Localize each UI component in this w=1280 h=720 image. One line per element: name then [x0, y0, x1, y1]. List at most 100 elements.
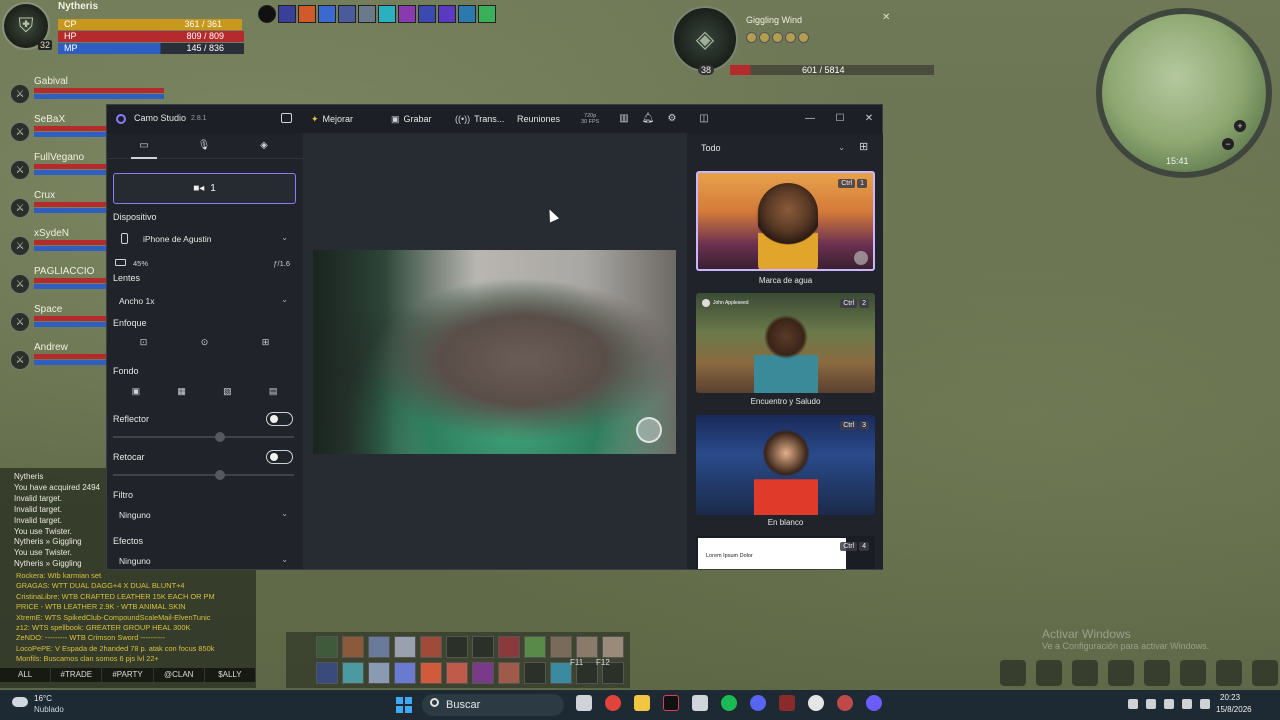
- person-background-icon[interactable]: ▣: [130, 385, 142, 397]
- title-bar[interactable]: Camo Studio 2.8.1 ✦ Mejorar ▣ Grabar ((•…: [107, 105, 882, 133]
- scene-card[interactable]: Lorem Ipsum Dolor Ctrl 4: [696, 536, 875, 569]
- skill-slot[interactable]: [394, 636, 416, 658]
- scene-card[interactable]: Ctrl 1: [696, 171, 875, 271]
- skill-slot[interactable]: [446, 636, 468, 658]
- community-icon[interactable]: [1216, 660, 1242, 686]
- gear-icon[interactable]: ⚙: [665, 112, 679, 126]
- microphone-tray-icon[interactable]: [1164, 699, 1174, 709]
- inventory-icon[interactable]: [1036, 660, 1062, 686]
- taskbar-search[interactable]: Buscar: [422, 694, 564, 716]
- panel-layout-icon[interactable]: ◫: [697, 112, 711, 126]
- target-frame[interactable]: ◈ 38 Giggling Wind ✕ 601 / 5814: [668, 4, 938, 84]
- file-explorer-icon[interactable]: [634, 695, 650, 711]
- skill-slot[interactable]: [524, 636, 546, 658]
- retocar-toggle[interactable]: [266, 450, 293, 464]
- chat-tab-ally[interactable]: $ALLY: [205, 668, 257, 682]
- skill-slot[interactable]: [524, 662, 546, 684]
- reuniones-button[interactable]: Reuniones: [517, 111, 560, 127]
- skill-slot[interactable]: [420, 662, 442, 684]
- chat-tab-party[interactable]: #PARTY: [102, 668, 154, 682]
- slider-knob[interactable]: [215, 432, 225, 442]
- volume-icon[interactable]: [1200, 699, 1210, 709]
- device-select[interactable]: iPhone de Agustin ⌄: [113, 229, 296, 249]
- windows-start-icon[interactable]: [396, 697, 412, 713]
- scene-card[interactable]: Ctrl 3: [696, 415, 875, 515]
- slider-knob[interactable]: [215, 470, 225, 480]
- camera-preview[interactable]: [313, 250, 676, 454]
- camo-taskbar-icon[interactable]: [866, 695, 882, 711]
- clock-time[interactable]: 20:23: [1220, 693, 1240, 702]
- effects-select[interactable]: Ninguno ⌄: [113, 551, 296, 571]
- character-icon[interactable]: [1000, 660, 1026, 686]
- mejorar-button[interactable]: ✦ Mejorar: [311, 111, 353, 127]
- skill-slot[interactable]: [498, 662, 520, 684]
- skill-slot[interactable]: [472, 636, 494, 658]
- reflector-toggle[interactable]: [266, 412, 293, 426]
- retocar-slider[interactable]: [113, 470, 294, 480]
- columns-icon[interactable]: ▥: [617, 112, 631, 126]
- unreal-icon[interactable]: [808, 695, 824, 711]
- hide-background-icon[interactable]: ▧: [221, 385, 233, 397]
- skill-slot[interactable]: [550, 662, 572, 684]
- minimize-icon[interactable]: —: [803, 112, 817, 126]
- minimap[interactable]: [1096, 8, 1272, 178]
- cloud-icon[interactable]: [12, 697, 28, 707]
- microphone-tab-icon[interactable]: 🎙︎: [197, 139, 211, 153]
- weather-temperature[interactable]: 16°C: [34, 694, 52, 703]
- filter-select[interactable]: Ninguno ⌄: [113, 505, 296, 525]
- maximize-icon[interactable]: ☐: [833, 112, 847, 126]
- tiktok-icon[interactable]: [663, 695, 679, 711]
- skill-slot[interactable]: [316, 636, 338, 658]
- spotify-icon[interactable]: [721, 695, 737, 711]
- skill-slot[interactable]: [420, 636, 442, 658]
- chat-tab-clan[interactable]: @CLAN: [154, 668, 205, 682]
- grid-view-icon[interactable]: ⊞: [859, 141, 871, 153]
- skill-slot[interactable]: [446, 662, 468, 684]
- skill-slot[interactable]: [472, 662, 494, 684]
- target-close-icon[interactable]: ✕: [882, 12, 890, 23]
- chat-tab-trade[interactable]: #TRADE: [51, 668, 103, 682]
- clock-date[interactable]: 15/8/2026: [1216, 705, 1252, 714]
- network-tray-icon[interactable]: [1146, 699, 1156, 709]
- pause-icon[interactable]: [258, 5, 276, 23]
- grabar-button[interactable]: ▣ Grabar: [391, 111, 432, 127]
- skill-slot[interactable]: [342, 636, 364, 658]
- skill-slot[interactable]: [394, 662, 416, 684]
- bell-icon[interactable]: 🔔︎: [641, 112, 655, 126]
- steam-icon[interactable]: [692, 695, 708, 711]
- monitor-tray-icon[interactable]: [1182, 699, 1192, 709]
- skill-slot[interactable]: [498, 636, 520, 658]
- scene-filter-select[interactable]: Todo ⌄: [695, 139, 847, 157]
- game-launcher-icon[interactable]: [779, 695, 795, 711]
- skill-slot[interactable]: [368, 662, 390, 684]
- discord-icon[interactable]: [750, 695, 766, 711]
- resolution-badge[interactable]: 720p 30 FPS: [581, 113, 599, 125]
- clan-icon[interactable]: [1180, 660, 1206, 686]
- app-icon[interactable]: [837, 695, 853, 711]
- chevron-up-icon[interactable]: [1128, 699, 1138, 709]
- close-icon[interactable]: ✕: [862, 112, 876, 126]
- lens-select[interactable]: Ancho 1x ⌄: [113, 291, 296, 311]
- scene-card[interactable]: John Appleseed Ctrl 2: [696, 293, 875, 393]
- skills-icon[interactable]: [1072, 660, 1098, 686]
- sidebar-toggle-icon[interactable]: [281, 113, 292, 123]
- skill-slot[interactable]: [576, 636, 598, 658]
- zoom-in-icon[interactable]: +: [1234, 120, 1246, 132]
- chat-tab-all[interactable]: ALL: [0, 668, 52, 682]
- skill-slot[interactable]: [316, 662, 338, 684]
- task-view-icon[interactable]: [576, 695, 592, 711]
- auto-focus-icon[interactable]: ⊡: [138, 336, 150, 348]
- zoom-out-icon[interactable]: −: [1222, 138, 1234, 150]
- manual-focus-icon[interactable]: ⊞: [260, 336, 272, 348]
- blur-background-icon[interactable]: ▦: [176, 385, 188, 397]
- camera-tab-icon[interactable]: ▭: [137, 139, 151, 153]
- video-source-button[interactable]: ■◂ 1: [113, 173, 296, 204]
- skill-slot[interactable]: [602, 636, 624, 658]
- transmitir-button[interactable]: ((•)) Trans...: [455, 111, 504, 127]
- map-icon[interactable]: [1144, 660, 1170, 686]
- skill-slot[interactable]: [342, 662, 364, 684]
- replace-background-icon[interactable]: ▤: [267, 385, 279, 397]
- face-focus-icon[interactable]: ⊙: [199, 336, 211, 348]
- skill-slot[interactable]: [368, 636, 390, 658]
- chrome-icon[interactable]: [605, 695, 621, 711]
